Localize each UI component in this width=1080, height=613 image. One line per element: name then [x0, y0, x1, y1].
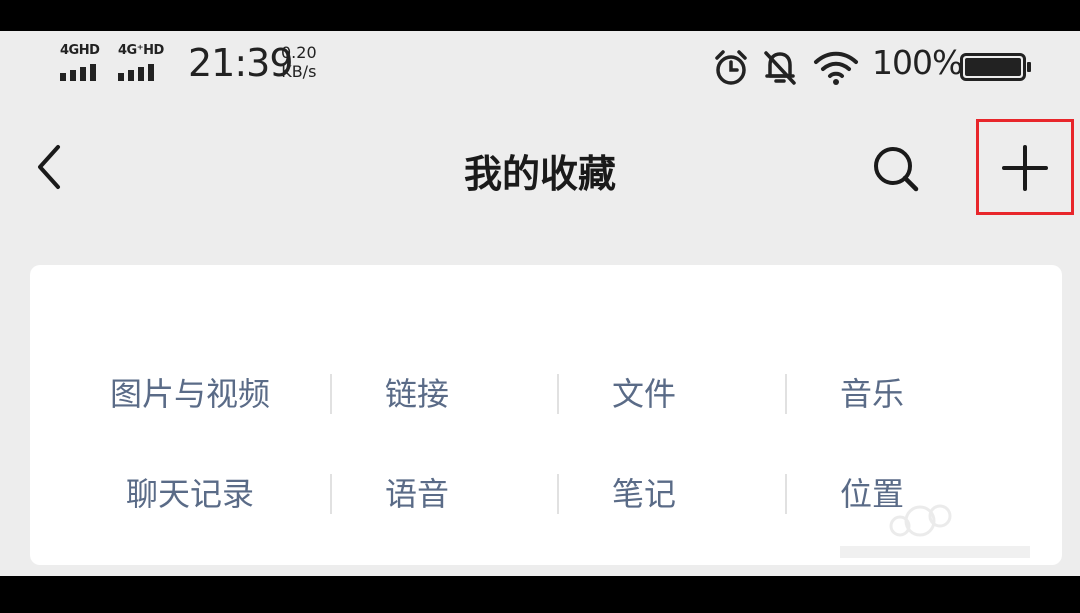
battery-icon — [960, 53, 1031, 81]
category-divider — [330, 374, 332, 414]
clock: 21:39 — [188, 41, 294, 85]
network-speed-value: 0.20 — [281, 43, 317, 62]
network-indicator-1: 4GHD — [60, 43, 110, 83]
wifi-icon — [814, 51, 858, 85]
category-divider — [785, 474, 787, 514]
category-item[interactable]: 链接 — [303, 364, 531, 424]
search-icon[interactable] — [868, 141, 924, 197]
alarm-icon — [715, 50, 747, 85]
status-bar: 4GHD 4G⁺HD 21:39 0.20 KB/s 100% — [0, 31, 1080, 101]
category-divider — [330, 474, 332, 514]
network-speed-unit: KB/s — [281, 62, 317, 81]
network-indicator-2: 4G⁺HD — [118, 43, 168, 83]
category-item[interactable]: 文件 — [530, 364, 758, 424]
category-divider — [557, 474, 559, 514]
category-item[interactable]: 音乐 — [758, 364, 986, 424]
network-speed: 0.20 KB/s — [281, 43, 317, 81]
category-divider — [785, 374, 787, 414]
category-row: 图片与视频 链接 文件 音乐 — [30, 364, 1062, 424]
category-item[interactable]: 语音 — [303, 464, 531, 524]
category-item[interactable]: 笔记 — [530, 464, 758, 524]
network-label-1: 4GHD — [60, 43, 100, 58]
category-item[interactable]: 聊天记录 — [76, 464, 304, 524]
add-button-highlight[interactable] — [976, 119, 1074, 215]
mute-icon — [764, 51, 796, 85]
page-title: 我的收藏 — [463, 152, 616, 196]
category-item[interactable]: 图片与视频 — [76, 364, 304, 424]
battery-percent: 100% — [872, 43, 963, 82]
signal-bars-icon — [60, 62, 100, 81]
watermark-image — [840, 504, 1030, 558]
signal-bars-icon — [118, 62, 158, 81]
chevron-left-icon[interactable] — [30, 141, 70, 193]
category-divider — [557, 374, 559, 414]
plus-icon[interactable] — [1001, 144, 1049, 192]
battery-fill — [965, 58, 1021, 76]
network-label-2: 4G⁺HD — [118, 43, 164, 58]
app-screen: 4GHD 4G⁺HD 21:39 0.20 KB/s 100% 我的收藏 图片与… — [0, 31, 1080, 576]
